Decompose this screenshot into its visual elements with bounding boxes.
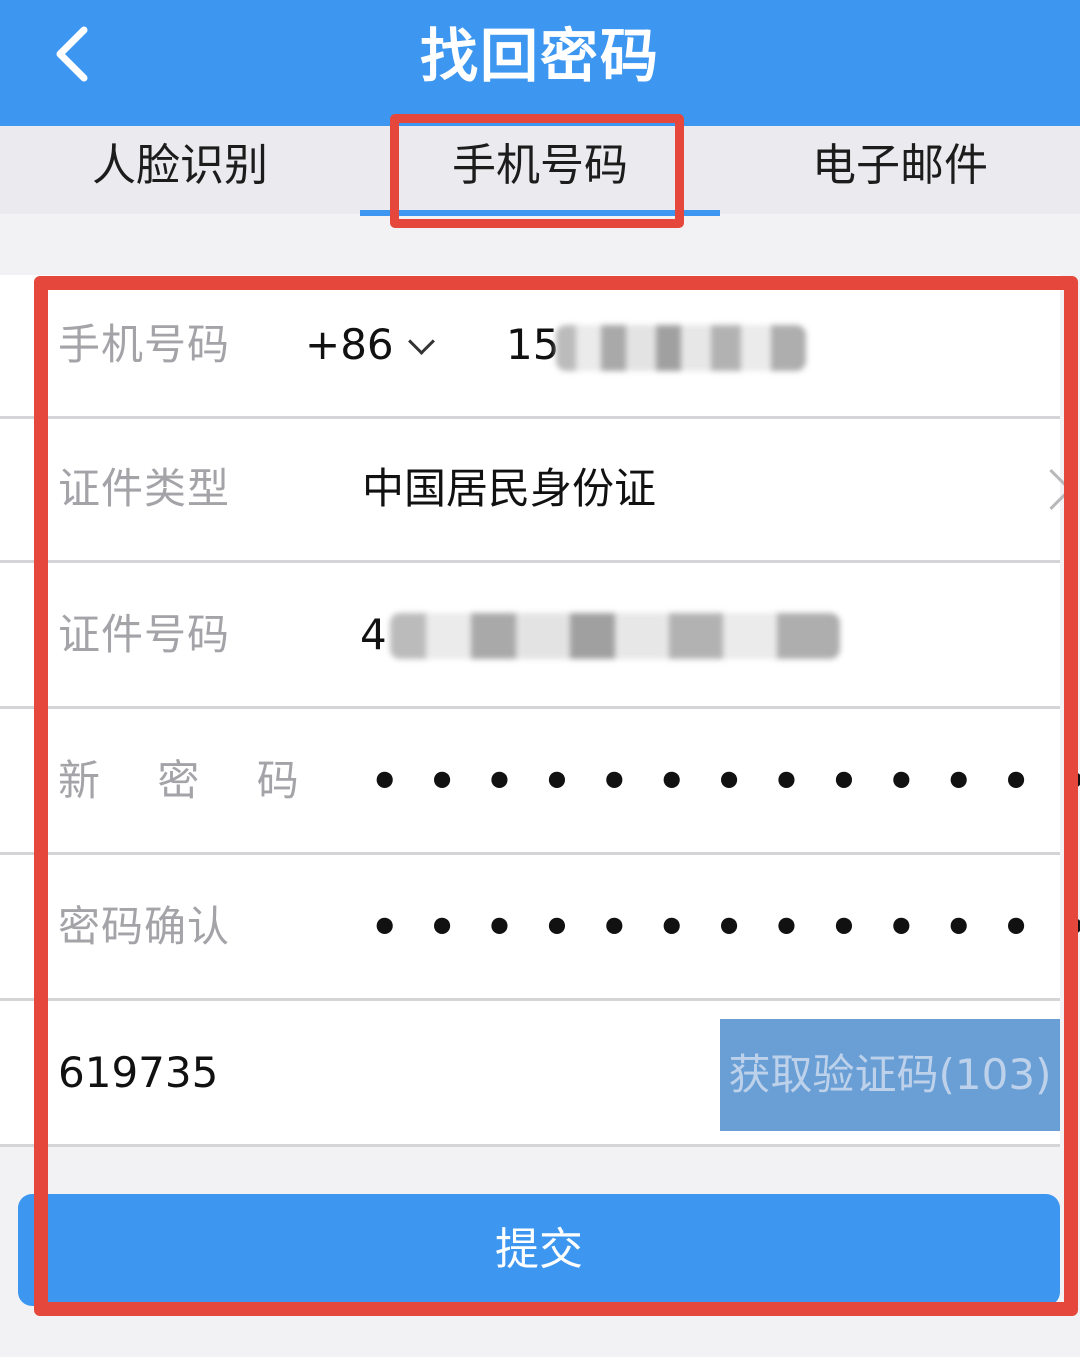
tab-email[interactable]: 电子邮件 (720, 126, 1080, 214)
phone-row: 手机号码 +86 15 (0, 275, 1060, 419)
new-password-label: 新 密 码 (58, 756, 321, 805)
app-header: 找回密码 (0, 0, 1080, 126)
get-code-button[interactable]: 获取验证码(103) (720, 1019, 1060, 1131)
confirm-password-row: 密码确认 ••••••••••••• (0, 857, 1080, 1001)
id-number-input[interactable]: 4 (360, 565, 387, 705)
tab-bar: 人脸识别 手机号码 电子邮件 (0, 126, 1080, 214)
chevron-right-icon (1030, 468, 1073, 511)
new-password-input[interactable]: ••••••••••••• (370, 711, 1080, 851)
phone-input[interactable]: 15 (506, 275, 559, 415)
confirm-password-input[interactable]: ••••••••••••• (370, 857, 1080, 997)
confirm-password-label: 密码确认 (58, 902, 231, 951)
submit-button[interactable]: 提交 (18, 1194, 1060, 1306)
id-type-row[interactable]: 证件类型 中国居民身份证 (0, 419, 1073, 563)
page-title: 找回密码 (419, 22, 660, 90)
verification-row: 619735 获取验证码(103) (0, 1003, 1060, 1147)
chevron-down-icon (407, 328, 435, 355)
phone-label: 手机号码 (58, 320, 231, 369)
phone-value: 15 (506, 320, 560, 369)
country-code-select[interactable]: +86 (305, 275, 435, 415)
reset-form: 手机号码 +86 15 证件类型 中国居民身份证 证件号码 4 新 密 码 ••… (0, 275, 1080, 1147)
id-type-label: 证件类型 (58, 464, 231, 513)
id-number-label: 证件号码 (58, 610, 231, 659)
redacted-blur (390, 613, 840, 659)
verification-code-input[interactable]: 619735 (58, 1003, 218, 1143)
active-tab-indicator (360, 210, 720, 216)
redacted-blur (556, 325, 806, 371)
id-number-value: 4 (360, 610, 387, 659)
tab-phone-number[interactable]: 手机号码 (360, 126, 720, 214)
id-type-value: 中国居民身份证 (362, 464, 657, 513)
new-password-row: 新 密 码 ••••••••••••• (0, 711, 1080, 855)
id-number-row: 证件号码 4 (0, 565, 1060, 709)
country-code-value: +86 (305, 320, 394, 369)
tab-face-recognition[interactable]: 人脸识别 (0, 126, 360, 214)
